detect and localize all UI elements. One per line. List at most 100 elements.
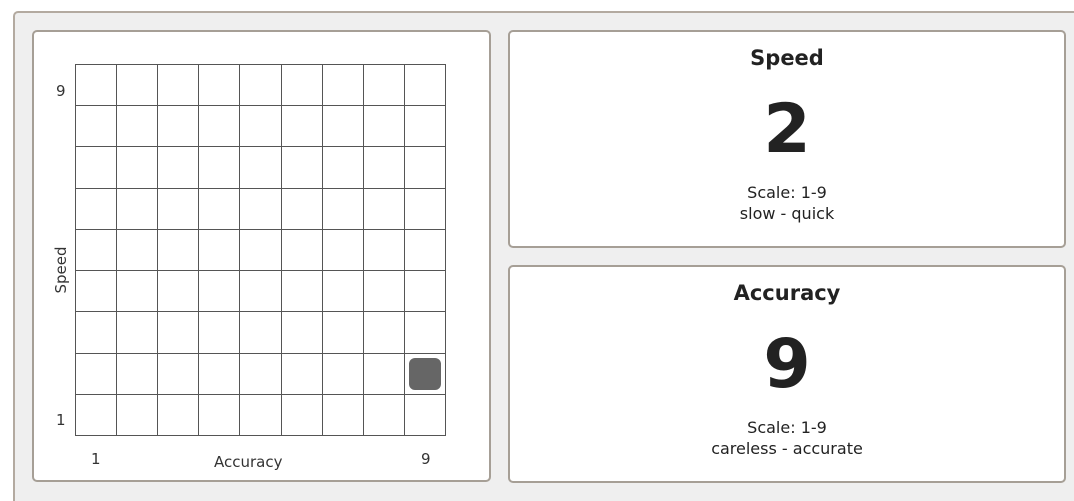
x-min-tick: 1 [91, 450, 101, 468]
grid-cell[interactable] [322, 312, 364, 354]
grid-cell[interactable] [158, 394, 200, 436]
grid-cell[interactable] [404, 229, 446, 272]
grid-cell[interactable] [363, 394, 405, 436]
grid-cell[interactable] [76, 229, 118, 272]
grid-cell[interactable] [199, 65, 241, 107]
grid-cell[interactable] [117, 312, 159, 354]
accuracy-title: Accuracy [733, 281, 841, 305]
y-axis-label: Speed [52, 246, 70, 294]
grid-cell[interactable] [281, 312, 323, 354]
grid-cell[interactable] [158, 229, 200, 272]
speed-value: 2 [763, 90, 811, 169]
speed-accuracy-grid[interactable] [75, 64, 446, 436]
grid-cell[interactable] [199, 188, 241, 230]
grid-cell[interactable] [281, 394, 323, 436]
grid-cell[interactable] [76, 271, 118, 313]
grid-cell[interactable] [363, 271, 405, 313]
grid-cell[interactable] [240, 271, 282, 313]
grid-cell[interactable] [76, 394, 118, 436]
grid-cell[interactable] [199, 394, 241, 436]
grid-cell[interactable] [404, 65, 446, 107]
grid-cell[interactable] [158, 106, 200, 148]
selection-marker[interactable] [408, 357, 441, 390]
grid-cell[interactable] [158, 271, 200, 313]
speed-title: Speed [750, 46, 824, 70]
grid-cell[interactable] [404, 147, 446, 189]
grid-cell[interactable] [117, 188, 159, 230]
y-max-tick: 9 [56, 82, 66, 100]
grid-cell[interactable] [363, 229, 405, 272]
grid-cell[interactable] [240, 65, 282, 107]
grid-cell[interactable] [404, 394, 446, 436]
grid-cell[interactable] [281, 229, 323, 272]
grid-cell[interactable] [117, 394, 159, 436]
grid-cell[interactable] [404, 312, 446, 354]
y-min-tick: 1 [56, 411, 66, 429]
grid-cell[interactable] [117, 353, 159, 395]
grid-cell[interactable] [240, 229, 282, 272]
grid-cell[interactable] [322, 229, 364, 272]
grid-cell[interactable] [322, 147, 364, 189]
x-axis-label: Accuracy [214, 453, 283, 471]
grid-cell[interactable] [363, 188, 405, 230]
grid-cell[interactable] [199, 147, 241, 189]
grid-cell[interactable] [158, 65, 200, 107]
accuracy-range: careless - accurate [711, 439, 863, 458]
grid-cell[interactable] [76, 65, 118, 107]
grid-cell[interactable] [322, 188, 364, 230]
grid-cell[interactable] [158, 353, 200, 395]
grid-cell[interactable] [158, 312, 200, 354]
accuracy-panel: Accuracy 9 Scale: 1-9 careless - accurat… [508, 265, 1066, 483]
grid-cell[interactable] [117, 271, 159, 313]
grid-cell[interactable] [199, 271, 241, 313]
grid-cell[interactable] [404, 353, 446, 395]
grid-cell[interactable] [363, 147, 405, 189]
grid-cell[interactable] [281, 106, 323, 148]
grid-cell[interactable] [76, 312, 118, 354]
speed-scale: Scale: 1-9 [747, 183, 827, 202]
grid-cell[interactable] [281, 188, 323, 230]
grid-cell[interactable] [363, 106, 405, 148]
grid-cell[interactable] [404, 106, 446, 148]
accuracy-scale: Scale: 1-9 [747, 418, 827, 437]
grid-cell[interactable] [240, 147, 282, 189]
speed-range: slow - quick [739, 204, 835, 223]
grid-cell[interactable] [158, 188, 200, 230]
grid-cell[interactable] [322, 353, 364, 395]
grid-cell[interactable] [240, 106, 282, 148]
grid-cell[interactable] [117, 229, 159, 272]
speed-scale-info: Scale: 1-9 slow - quick [510, 182, 1064, 224]
grid-cell[interactable] [117, 147, 159, 189]
grid-cell[interactable] [240, 394, 282, 436]
grid-cell[interactable] [117, 106, 159, 148]
grid-cell[interactable] [322, 106, 364, 148]
speed-panel: Speed 2 Scale: 1-9 slow - quick [508, 30, 1066, 248]
grid-cell[interactable] [76, 188, 118, 230]
grid-cell[interactable] [363, 312, 405, 354]
grid-cell[interactable] [240, 353, 282, 395]
x-max-tick: 9 [421, 450, 431, 468]
grid-cell[interactable] [76, 106, 118, 148]
grid-cell[interactable] [322, 65, 364, 107]
grid-cell[interactable] [158, 147, 200, 189]
grid-cell[interactable] [322, 271, 364, 313]
grid-cell[interactable] [199, 312, 241, 354]
grid-cell[interactable] [281, 65, 323, 107]
grid-cell[interactable] [363, 65, 405, 107]
grid-cell[interactable] [322, 394, 364, 436]
grid-cell[interactable] [199, 229, 241, 272]
grid-cell[interactable] [117, 65, 159, 107]
grid-cell[interactable] [404, 188, 446, 230]
grid-cell[interactable] [76, 147, 118, 189]
grid-cell[interactable] [281, 271, 323, 313]
grid-cell[interactable] [199, 106, 241, 148]
grid-cell[interactable] [76, 353, 118, 395]
accuracy-scale-info: Scale: 1-9 careless - accurate [510, 417, 1064, 459]
grid-cell[interactable] [363, 353, 405, 395]
grid-cell[interactable] [281, 147, 323, 189]
grid-cell[interactable] [240, 312, 282, 354]
grid-cell[interactable] [404, 271, 446, 313]
grid-cell[interactable] [240, 188, 282, 230]
grid-cell[interactable] [281, 353, 323, 395]
grid-cell[interactable] [199, 353, 241, 395]
